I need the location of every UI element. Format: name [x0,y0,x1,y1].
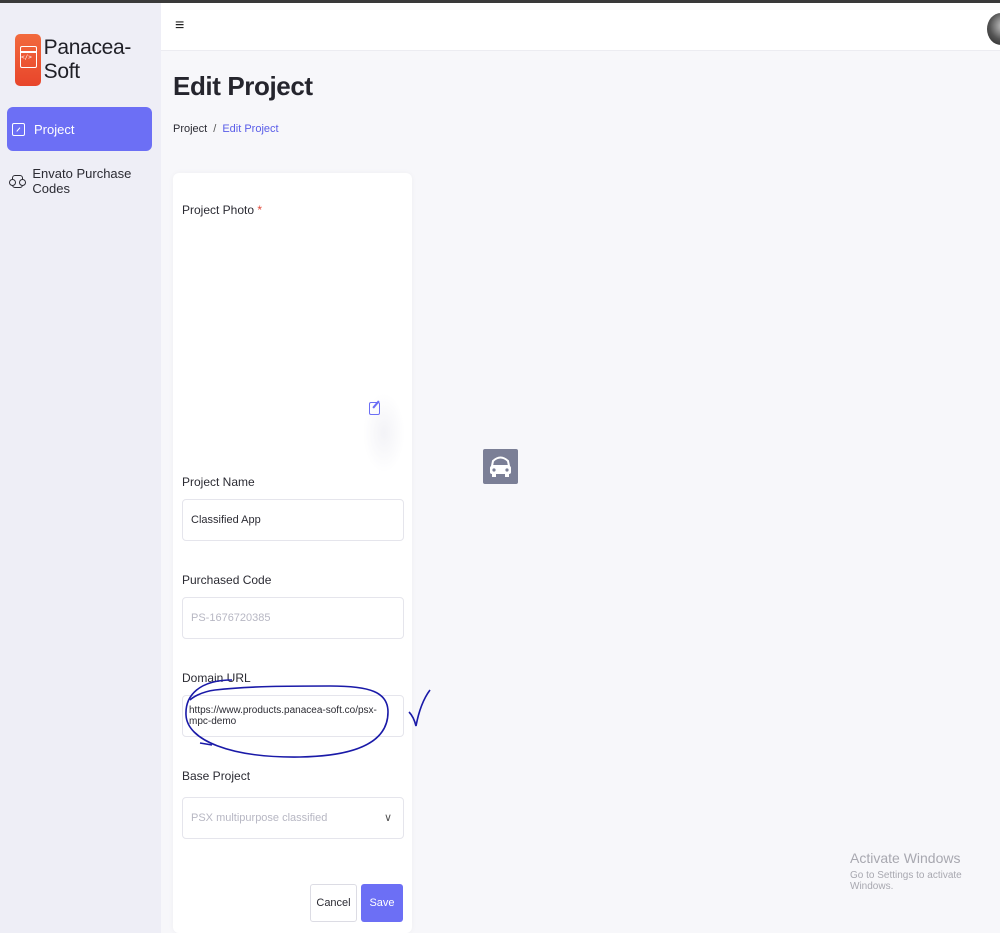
activate-windows-watermark: Activate Windows Go to Settings to activ… [850,850,1000,892]
project-name-input[interactable]: Classified App [182,499,404,541]
domain-url-label: Domain URL [182,671,251,685]
code-glyph: </> [21,54,32,61]
brand-logo: </> [15,34,41,86]
project-name-label: Project Name [182,475,255,489]
purchased-code-label: Purchased Code [182,573,272,587]
project-photo-label: Project Photo * [182,203,262,217]
breadcrumb: Project / Edit Project [173,123,279,135]
top-header: ≡ [161,3,1000,51]
sidebar: </> Panacea-Soft Project Envato Purchase… [0,3,161,933]
car-icon-button[interactable] [483,449,518,484]
checkmark-scribble [408,689,431,727]
edit-project-form: Project Photo * Project Name Classified … [173,173,412,933]
page-title: Edit Project [173,71,313,101]
chart-box-icon [12,122,25,136]
required-mark: * [257,203,263,217]
purchased-code-input[interactable]: PS-1676720385 [182,597,404,639]
base-project-select[interactable]: PSX multipurpose classified ∨ [182,797,404,839]
base-project-label: Base Project [182,769,251,783]
sidebar-item-label: Envato Purchase Codes [32,166,132,196]
ticket-icon [8,174,27,188]
project-photo-label-text: Project Photo [182,203,255,217]
save-button[interactable]: Save [361,884,403,922]
edit-icon[interactable] [369,402,380,415]
brand[interactable]: </> Panacea-Soft [15,34,161,86]
base-project-placeholder: PSX multipurpose classified [191,812,328,824]
sidebar-item-project[interactable]: Project [7,107,152,151]
menu-toggle-icon[interactable]: ≡ [175,17,184,35]
breadcrumb-project-link[interactable]: Project [173,123,207,135]
breadcrumb-current: Edit Project [222,123,279,135]
watermark-subtitle: Go to Settings to activate Windows. [850,870,962,892]
domain-url-input[interactable]: https://www.products.panacea-soft.co/psx… [182,695,404,737]
breadcrumb-separator: / [213,123,217,135]
chevron-down-icon: ∨ [383,812,392,824]
car-icon [490,456,511,477]
sidebar-item-label: Project [34,121,75,137]
brand-name: Panacea-Soft [43,36,132,83]
avatar[interactable] [987,13,1000,45]
watermark-title: Activate Windows [850,850,961,866]
sidebar-item-envato-purchase-codes[interactable]: Envato Purchase Codes [7,159,152,203]
cancel-button[interactable]: Cancel [310,884,357,922]
